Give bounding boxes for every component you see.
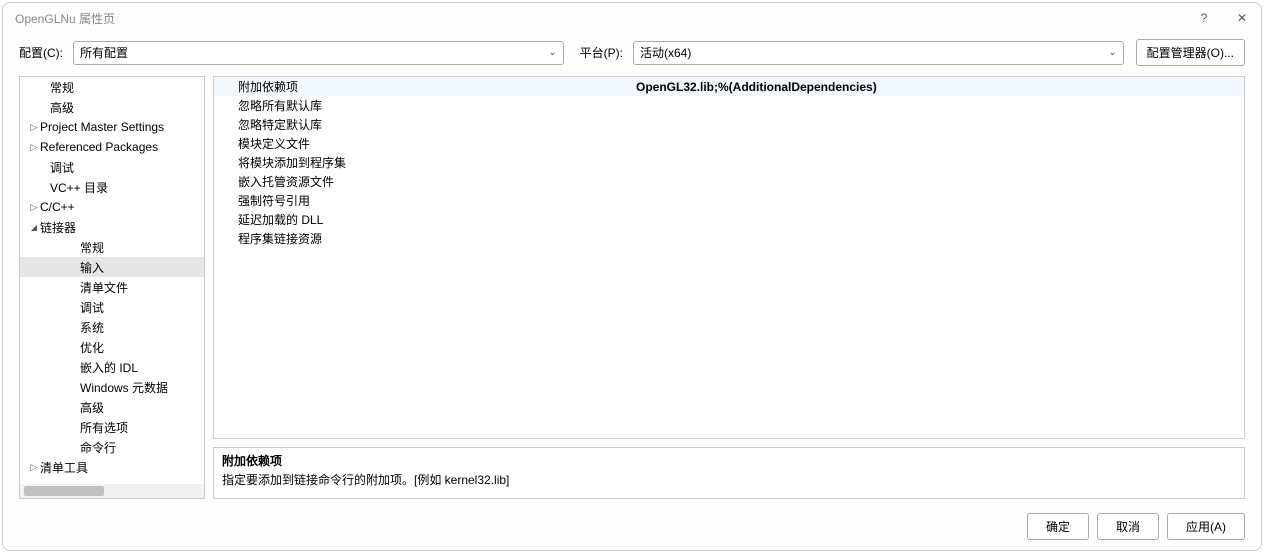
tree-item[interactable]: ◢链接器 xyxy=(20,217,204,237)
tree-item[interactable]: ▷清单工具 xyxy=(20,457,204,477)
property-name: 将模块添加到程序集 xyxy=(214,154,632,171)
description-panel: 附加依赖项 指定要添加到链接命令行的附加项。[例如 kernel32.lib] xyxy=(213,447,1245,499)
close-button[interactable]: ✕ xyxy=(1235,11,1249,25)
property-row[interactable]: 延迟加载的 DLL xyxy=(214,210,1244,229)
tree-item[interactable]: ▷嵌入的 IDL xyxy=(20,357,204,377)
tree-item[interactable]: ▷高级 xyxy=(20,97,204,117)
property-name: 强制符号引用 xyxy=(214,192,632,209)
property-name: 程序集链接资源 xyxy=(214,230,632,247)
property-name: 忽略所有默认库 xyxy=(214,97,632,114)
tree-item-label: 高级 xyxy=(80,399,104,416)
tree-item[interactable]: ▷优化 xyxy=(20,337,204,357)
description-title: 附加依赖项 xyxy=(222,452,1236,469)
tree-item[interactable]: ▷VC++ 目录 xyxy=(20,177,204,197)
help-button[interactable]: ? xyxy=(1197,11,1211,25)
tree-item-label: 链接器 xyxy=(40,219,76,236)
tree-item-label: Windows 元数据 xyxy=(80,379,168,396)
tree-item-label: 嵌入的 IDL xyxy=(80,359,138,376)
titlebar: OpenGLNu 属性页 ? ✕ xyxy=(3,3,1261,33)
expand-right-icon: ▷ xyxy=(28,202,40,213)
tree-item[interactable]: ▷常规 xyxy=(20,237,204,257)
property-name: 模块定义文件 xyxy=(214,135,632,152)
tree-item[interactable]: ▷调试 xyxy=(20,157,204,177)
ok-button[interactable]: 确定 xyxy=(1027,513,1089,540)
tree-item[interactable]: ▷命令行 xyxy=(20,437,204,457)
tree-item[interactable]: ▷输入 xyxy=(20,257,204,277)
tree-item[interactable]: ▷C/C++ xyxy=(20,197,204,217)
tree-item-label: 清单文件 xyxy=(80,279,128,296)
tree-item-label: VC++ 目录 xyxy=(50,179,108,196)
right-pane: 附加依赖项OpenGL32.lib;%(AdditionalDependenci… xyxy=(213,76,1245,499)
tree-item[interactable]: ▷清单文件 xyxy=(20,277,204,297)
category-tree-container: ▷常规▷高级▷Project Master Settings▷Reference… xyxy=(19,76,205,499)
property-page-window: OpenGLNu 属性页 ? ✕ 配置(C): 所有配置 ⌄ 平台(P): 活动… xyxy=(2,2,1262,551)
property-value[interactable]: OpenGL32.lib;%(AdditionalDependencies) xyxy=(632,80,1244,94)
property-row[interactable]: 附加依赖项OpenGL32.lib;%(AdditionalDependenci… xyxy=(214,77,1244,96)
tree-item-label: 调试 xyxy=(80,299,104,316)
close-icon: ✕ xyxy=(1237,11,1247,25)
property-row[interactable]: 忽略所有默认库 xyxy=(214,96,1244,115)
tree-item-label: Referenced Packages xyxy=(40,140,158,154)
property-name: 附加依赖项 xyxy=(214,78,632,95)
tree-item[interactable]: ▷Project Master Settings xyxy=(20,117,204,137)
platform-value: 活动(x64) xyxy=(640,44,1104,61)
platform-label: 平台(P): xyxy=(580,44,627,61)
apply-button[interactable]: 应用(A) xyxy=(1167,513,1245,540)
tree-item-label: 所有选项 xyxy=(80,419,128,436)
platform-dropdown[interactable]: 活动(x64) ⌄ xyxy=(633,41,1124,65)
expand-right-icon: ▷ xyxy=(28,142,40,153)
tree-item[interactable]: ▷高级 xyxy=(20,397,204,417)
tree-item[interactable]: ▷Referenced Packages xyxy=(20,137,204,157)
tree-item[interactable]: ▷系统 xyxy=(20,317,204,337)
expand-right-icon: ▷ xyxy=(28,122,40,133)
tree-item-label: 常规 xyxy=(50,79,74,96)
tree-item-label: C/C++ xyxy=(40,200,75,214)
description-text: 指定要添加到链接命令行的附加项。[例如 kernel32.lib] xyxy=(222,471,1236,488)
titlebar-buttons: ? ✕ xyxy=(1197,11,1249,25)
property-row[interactable]: 模块定义文件 xyxy=(214,134,1244,153)
property-row[interactable]: 将模块添加到程序集 xyxy=(214,153,1244,172)
tree-item-label: 优化 xyxy=(80,339,104,356)
tree-item[interactable]: ▷Windows 元数据 xyxy=(20,377,204,397)
property-row[interactable]: 强制符号引用 xyxy=(214,191,1244,210)
content-area: ▷常规▷高级▷Project Master Settings▷Reference… xyxy=(3,76,1261,507)
button-bar: 确定 取消 应用(A) xyxy=(3,507,1261,550)
tree-item-label: 调试 xyxy=(50,159,74,176)
tree-item-label: 高级 xyxy=(50,99,74,116)
tree-item-label: 系统 xyxy=(80,319,104,336)
config-dropdown[interactable]: 所有配置 ⌄ xyxy=(73,41,564,65)
tree-item[interactable]: ▷调试 xyxy=(20,297,204,317)
cancel-button[interactable]: 取消 xyxy=(1097,513,1159,540)
tree-item-label: 输入 xyxy=(80,259,104,276)
property-row[interactable]: 程序集链接资源 xyxy=(214,229,1244,248)
property-name: 忽略特定默认库 xyxy=(214,116,632,133)
tree-item-label: 命令行 xyxy=(80,439,116,456)
tree-item-label: Project Master Settings xyxy=(40,120,164,134)
config-manager-button[interactable]: 配置管理器(O)... xyxy=(1136,39,1245,66)
expand-down-icon: ◢ xyxy=(28,223,40,232)
config-label: 配置(C): xyxy=(19,44,67,61)
chevron-down-icon: ⌄ xyxy=(548,47,556,58)
scrollbar-thumb[interactable] xyxy=(24,486,104,496)
window-title: OpenGLNu 属性页 xyxy=(15,10,1197,27)
property-grid[interactable]: 附加依赖项OpenGL32.lib;%(AdditionalDependenci… xyxy=(213,76,1245,439)
category-tree[interactable]: ▷常规▷高级▷Project Master Settings▷Reference… xyxy=(20,77,204,484)
tree-item-label: 清单工具 xyxy=(40,459,88,476)
chevron-down-icon: ⌄ xyxy=(1108,47,1116,58)
property-name: 嵌入托管资源文件 xyxy=(214,173,632,190)
config-value: 所有配置 xyxy=(80,44,544,61)
tree-item[interactable]: ▷所有选项 xyxy=(20,417,204,437)
tree-item-label: 常规 xyxy=(80,239,104,256)
property-row[interactable]: 嵌入托管资源文件 xyxy=(214,172,1244,191)
help-icon: ? xyxy=(1201,11,1208,25)
horizontal-scrollbar[interactable] xyxy=(20,484,204,498)
property-row[interactable]: 忽略特定默认库 xyxy=(214,115,1244,134)
expand-right-icon: ▷ xyxy=(28,462,40,473)
property-name: 延迟加载的 DLL xyxy=(214,211,632,228)
tree-item[interactable]: ▷常规 xyxy=(20,77,204,97)
toolbar: 配置(C): 所有配置 ⌄ 平台(P): 活动(x64) ⌄ 配置管理器(O).… xyxy=(3,33,1261,76)
